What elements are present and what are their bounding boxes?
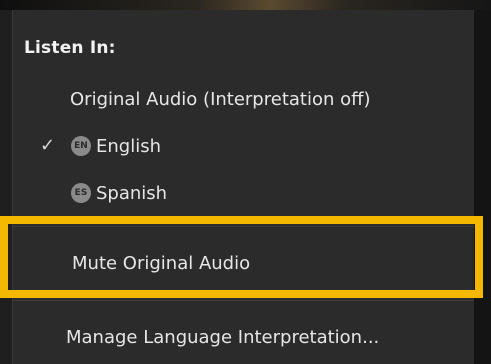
spanish-badge-icon: ES bbox=[71, 183, 91, 203]
menu-item-label: Spanish bbox=[96, 183, 168, 204]
menu-item-manage-interpretation[interactable]: Manage Language Interpretation... bbox=[12, 318, 474, 358]
menu-shadow-edge bbox=[474, 10, 491, 364]
menu-item-label: Manage Language Interpretation... bbox=[66, 327, 380, 348]
menu-item-label: Mute Original Audio bbox=[72, 253, 251, 274]
menu-item-spanish[interactable]: ES Spanish bbox=[12, 174, 474, 214]
english-badge-icon: EN bbox=[71, 136, 91, 156]
menu-item-mute-original-audio[interactable]: Mute Original Audio bbox=[12, 244, 474, 284]
menu-item-label: English bbox=[96, 136, 161, 157]
menu-item-label: Original Audio (Interpretation off) bbox=[70, 89, 371, 110]
checkmark-icon: ✓ bbox=[40, 135, 56, 156]
menu-divider bbox=[12, 300, 474, 301]
menu-item-original-audio[interactable]: Original Audio (Interpretation off) bbox=[12, 80, 474, 120]
background-strip bbox=[0, 0, 491, 10]
menu-divider bbox=[12, 226, 474, 227]
screenshot-stage: Listen In: Original Audio (Interpretatio… bbox=[0, 0, 491, 364]
menu-item-english[interactable]: ✓ EN English bbox=[12, 127, 474, 167]
menu-heading: Listen In: bbox=[24, 38, 116, 58]
